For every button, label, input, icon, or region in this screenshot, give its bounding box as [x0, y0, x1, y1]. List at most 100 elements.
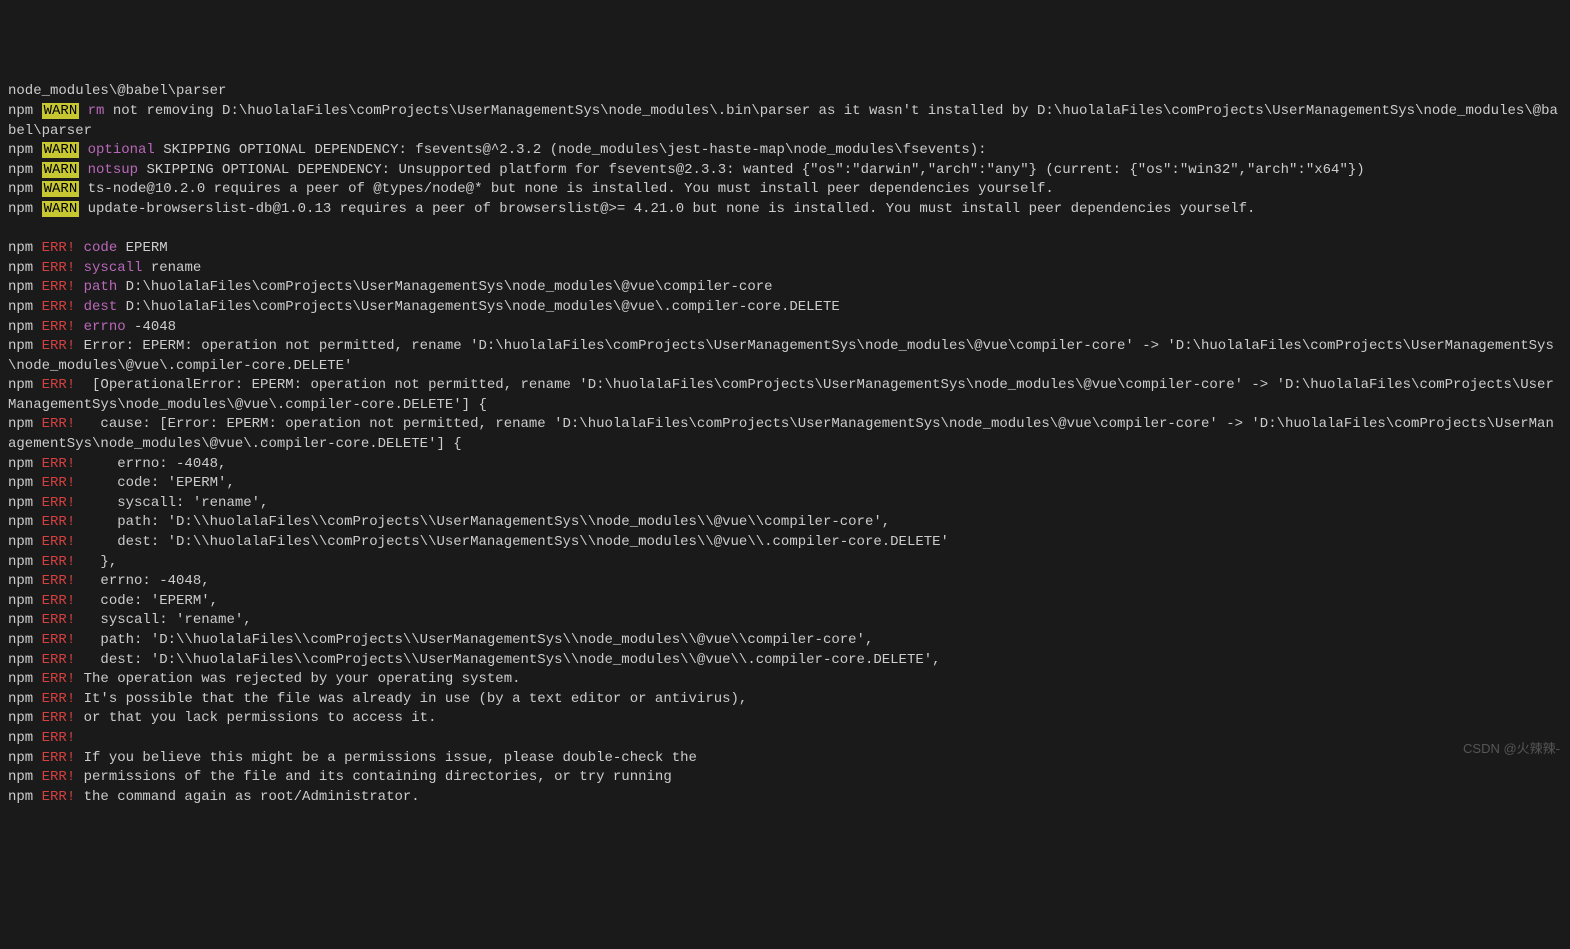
terminal-line: npm ERR! path: 'D:\\huolalaFiles\\comPro… — [8, 513, 1562, 533]
terminal-segment: D:\huolalaFiles\comProjects\UserManageme… — [117, 279, 772, 295]
terminal-segment — [75, 319, 83, 335]
terminal-segment: code: 'EPERM', — [75, 593, 218, 609]
terminal-segment — [79, 162, 87, 178]
terminal-segment: npm — [8, 730, 42, 746]
terminal-segment: npm — [8, 652, 42, 668]
terminal-line: npm ERR! dest D:\huolalaFiles\comProject… — [8, 298, 1562, 318]
terminal-segment: ERR! — [42, 377, 76, 393]
terminal-segment: notsup — [88, 162, 138, 178]
terminal-segment: npm — [8, 514, 42, 530]
terminal-line — [8, 220, 1562, 240]
terminal-segment: permissions of the file and its containi… — [75, 769, 672, 785]
terminal-segment: not removing D:\huolalaFiles\comProjects… — [8, 103, 1558, 139]
terminal-segment: npm — [8, 593, 42, 609]
terminal-segment: ERR! — [42, 456, 76, 472]
terminal-segment: }, — [75, 554, 117, 570]
terminal-segment: errno: -4048, — [75, 573, 209, 589]
terminal-line: npm ERR! path D:\huolalaFiles\comProject… — [8, 278, 1562, 298]
terminal-segment — [8, 221, 16, 237]
terminal-segment: rm — [88, 103, 105, 119]
terminal-segment: or that you lack permissions to access i… — [75, 710, 436, 726]
terminal-segment — [79, 103, 87, 119]
terminal-output[interactable]: node_modules\@babel\parsernpm WARN rm no… — [8, 82, 1562, 807]
terminal-segment: If you believe this might be a permissio… — [75, 750, 697, 766]
terminal-segment: ERR! — [42, 495, 76, 511]
terminal-segment: update-browserslist-db@1.0.13 requires a… — [79, 201, 1255, 217]
terminal-segment: cause: [Error: EPERM: operation not perm… — [8, 416, 1554, 452]
terminal-segment: npm — [8, 142, 42, 158]
terminal-segment: npm — [8, 377, 42, 393]
terminal-line: node_modules\@babel\parser — [8, 82, 1562, 102]
terminal-segment: npm — [8, 534, 42, 550]
terminal-segment: WARN — [42, 103, 80, 119]
watermark: CSDN @火辣辣- — [1463, 740, 1560, 758]
terminal-segment: npm — [8, 475, 42, 491]
terminal-segment: ERR! — [42, 260, 76, 276]
terminal-segment: ERR! — [42, 671, 76, 687]
terminal-segment: ts-node@10.2.0 requires a peer of @types… — [79, 181, 1054, 197]
terminal-line: npm ERR! or that you lack permissions to… — [8, 709, 1562, 729]
terminal-segment: optional — [88, 142, 155, 158]
terminal-segment: WARN — [42, 142, 80, 158]
terminal-segment: npm — [8, 671, 42, 687]
terminal-line: npm ERR! [OperationalError: EPERM: opera… — [8, 376, 1562, 415]
terminal-line: npm ERR! — [8, 729, 1562, 749]
terminal-segment: npm — [8, 710, 42, 726]
terminal-line: npm ERR! cause: [Error: EPERM: operation… — [8, 415, 1562, 454]
terminal-segment: npm — [8, 319, 42, 335]
terminal-segment: ERR! — [42, 593, 76, 609]
terminal-segment: code: 'EPERM', — [75, 475, 235, 491]
terminal-line: npm ERR! path: 'D:\\huolalaFiles\\comPro… — [8, 631, 1562, 651]
terminal-segment — [75, 299, 83, 315]
terminal-line: npm ERR! the command again as root/Admin… — [8, 788, 1562, 808]
terminal-segment: syscall: 'rename', — [75, 612, 251, 628]
terminal-segment — [75, 240, 83, 256]
terminal-segment: syscall: 'rename', — [75, 495, 268, 511]
terminal-segment: the command again as root/Administrator. — [75, 789, 419, 805]
terminal-line: npm ERR! Error: EPERM: operation not per… — [8, 337, 1562, 376]
terminal-line: npm ERR! syscall rename — [8, 259, 1562, 279]
terminal-segment: ERR! — [42, 632, 76, 648]
terminal-segment: npm — [8, 612, 42, 628]
terminal-segment: -4048 — [126, 319, 176, 335]
terminal-line: npm WARN optional SKIPPING OPTIONAL DEPE… — [8, 141, 1562, 161]
terminal-segment: ERR! — [42, 279, 76, 295]
terminal-segment: errno — [84, 319, 126, 335]
terminal-segment: npm — [8, 750, 42, 766]
terminal-line: npm ERR! dest: 'D:\\huolalaFiles\\comPro… — [8, 651, 1562, 671]
terminal-segment: npm — [8, 162, 42, 178]
terminal-segment: npm — [8, 456, 42, 472]
terminal-line: npm ERR! The operation was rejected by y… — [8, 670, 1562, 690]
terminal-segment: npm — [8, 416, 42, 432]
terminal-segment: SKIPPING OPTIONAL DEPENDENCY: fsevents@^… — [155, 142, 987, 158]
terminal-line: npm ERR! syscall: 'rename', — [8, 611, 1562, 631]
terminal-segment: ERR! — [42, 652, 76, 668]
terminal-segment: ERR! — [42, 514, 76, 530]
terminal-segment: dest: 'D:\\huolalaFiles\\comProjects\\Us… — [75, 652, 940, 668]
terminal-line: npm ERR! It's possible that the file was… — [8, 690, 1562, 710]
terminal-segment: ERR! — [42, 416, 76, 432]
terminal-line: npm WARN update-browserslist-db@1.0.13 r… — [8, 200, 1562, 220]
terminal-segment — [79, 142, 87, 158]
terminal-segment — [75, 279, 83, 295]
terminal-segment: D:\huolalaFiles\comProjects\UserManageme… — [117, 299, 840, 315]
terminal-segment: ERR! — [42, 240, 76, 256]
terminal-line: npm ERR! code EPERM — [8, 239, 1562, 259]
terminal-segment: ERR! — [42, 750, 76, 766]
terminal-segment: WARN — [42, 181, 80, 197]
terminal-segment: npm — [8, 240, 42, 256]
terminal-segment: npm — [8, 201, 42, 217]
terminal-segment: SKIPPING OPTIONAL DEPENDENCY: Unsupporte… — [138, 162, 1365, 178]
terminal-segment: path — [84, 279, 118, 295]
terminal-segment: ERR! — [42, 612, 76, 628]
terminal-segment: npm — [8, 495, 42, 511]
terminal-line: npm ERR! dest: 'D:\\huolalaFiles\\comPro… — [8, 533, 1562, 553]
terminal-segment: ERR! — [42, 769, 76, 785]
terminal-segment: npm — [8, 338, 42, 354]
terminal-segment: npm — [8, 299, 42, 315]
terminal-segment: path: 'D:\\huolalaFiles\\comProjects\\Us… — [75, 632, 873, 648]
terminal-line: npm WARN notsup SKIPPING OPTIONAL DEPEND… — [8, 161, 1562, 181]
terminal-segment: [OperationalError: EPERM: operation not … — [8, 377, 1554, 413]
terminal-segment: rename — [142, 260, 201, 276]
terminal-segment: npm — [8, 691, 42, 707]
